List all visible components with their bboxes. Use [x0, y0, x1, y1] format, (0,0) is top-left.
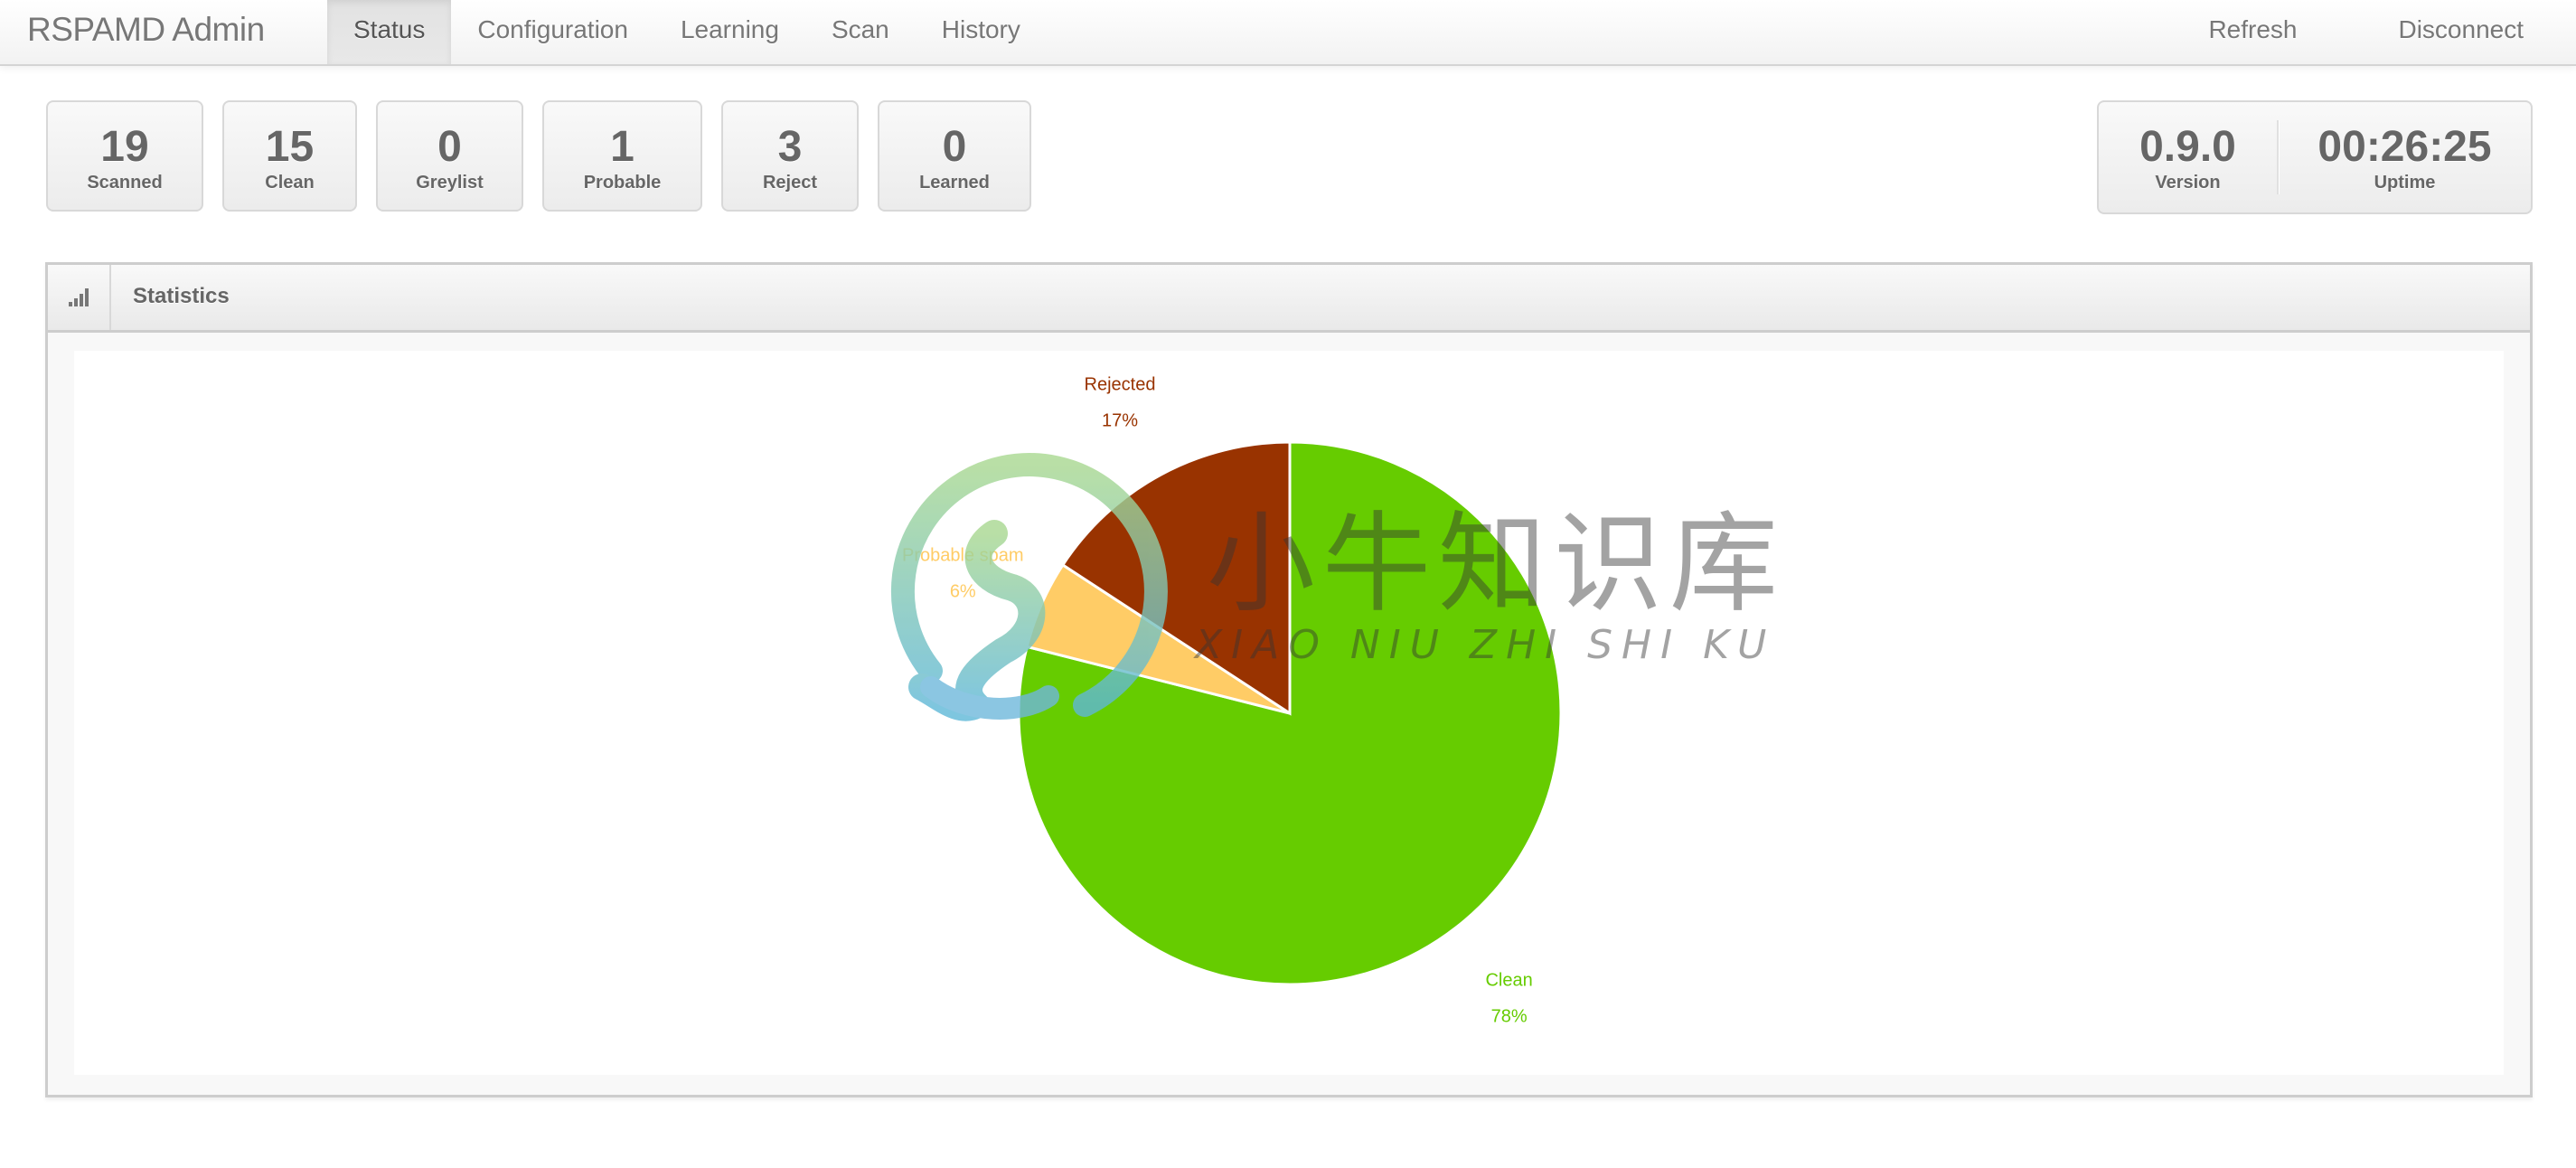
chart-container: Clean 78% Probable spam 6% Rejected 17%	[74, 351, 2504, 1075]
stat-label: Clean	[265, 172, 315, 193]
version-stat: 0.9.0 Version	[2099, 102, 2277, 212]
stat-label: Learned	[919, 172, 990, 193]
stat-label: Probable	[583, 172, 662, 193]
stat-clean: 15 Clean	[222, 100, 357, 212]
stat-boxes: 19 Scanned 15 Clean 0 Greylist 1 Probabl…	[46, 100, 1031, 212]
stat-label: Greylist	[416, 172, 484, 193]
version-label: Version	[2155, 173, 2221, 193]
tab-status[interactable]: Status	[327, 0, 452, 64]
disconnect-button[interactable]: Disconnect	[2330, 0, 2576, 64]
stat-scanned: 19 Scanned	[46, 100, 203, 212]
main-nav: Status Configuration Learning Scan Histo…	[327, 0, 1047, 64]
stat-value: 0	[942, 122, 967, 171]
stat-reject: 3 Reject	[721, 100, 859, 212]
stat-value: 1	[610, 122, 635, 171]
brand-title[interactable]: RSPAMD Admin	[27, 0, 265, 64]
pie-label-percent: 6%	[950, 581, 976, 601]
server-info-box: 0.9.0 Version 00:26:25 Uptime	[2097, 100, 2533, 214]
refresh-button[interactable]: Refresh	[2175, 0, 2330, 64]
pie-label-name: Rejected	[1085, 375, 1156, 395]
pie-label-name: Clean	[1485, 971, 1532, 991]
navbar: RSPAMD Admin Status Configuration Learni…	[0, 0, 2576, 66]
pie-label-percent: 17%	[1102, 411, 1138, 431]
tab-history[interactable]: History	[916, 0, 1047, 64]
statistics-panel: Statistics Clean 78% Probable spam 6% Reject…	[45, 262, 2533, 1097]
stat-value: 15	[265, 122, 315, 171]
stat-greylist: 0 Greylist	[376, 100, 523, 212]
server-info: 0.9.0 Version 00:26:25 Uptime	[2097, 100, 2533, 214]
uptime-stat: 00:26:25 Uptime	[2279, 102, 2531, 212]
stat-value: 19	[100, 122, 149, 171]
bar-chart-icon	[48, 265, 111, 330]
uptime-value: 00:26:25	[2317, 123, 2492, 171]
pie-chart: Clean 78% Probable spam 6% Rejected 17%	[902, 375, 1563, 1027]
pie-label-percent: 78%	[1491, 1007, 1528, 1027]
stat-value: 3	[777, 122, 803, 171]
nav-actions: Refresh Disconnect	[2175, 0, 2576, 64]
stat-learned: 0 Learned	[878, 100, 1031, 212]
stat-probable: 1 Probable	[542, 100, 702, 212]
tab-scan[interactable]: Scan	[805, 0, 916, 64]
tab-learning[interactable]: Learning	[654, 0, 805, 64]
pie-label-name: Probable spam	[902, 545, 1024, 565]
panel-header: Statistics	[48, 265, 2530, 333]
panel-title: Statistics	[133, 284, 230, 308]
version-value: 0.9.0	[2139, 123, 2236, 171]
stat-label: Reject	[762, 172, 818, 193]
uptime-label: Uptime	[2374, 173, 2436, 193]
tab-configuration[interactable]: Configuration	[451, 0, 654, 64]
stat-label: Scanned	[87, 172, 163, 193]
stat-value: 0	[437, 122, 462, 171]
